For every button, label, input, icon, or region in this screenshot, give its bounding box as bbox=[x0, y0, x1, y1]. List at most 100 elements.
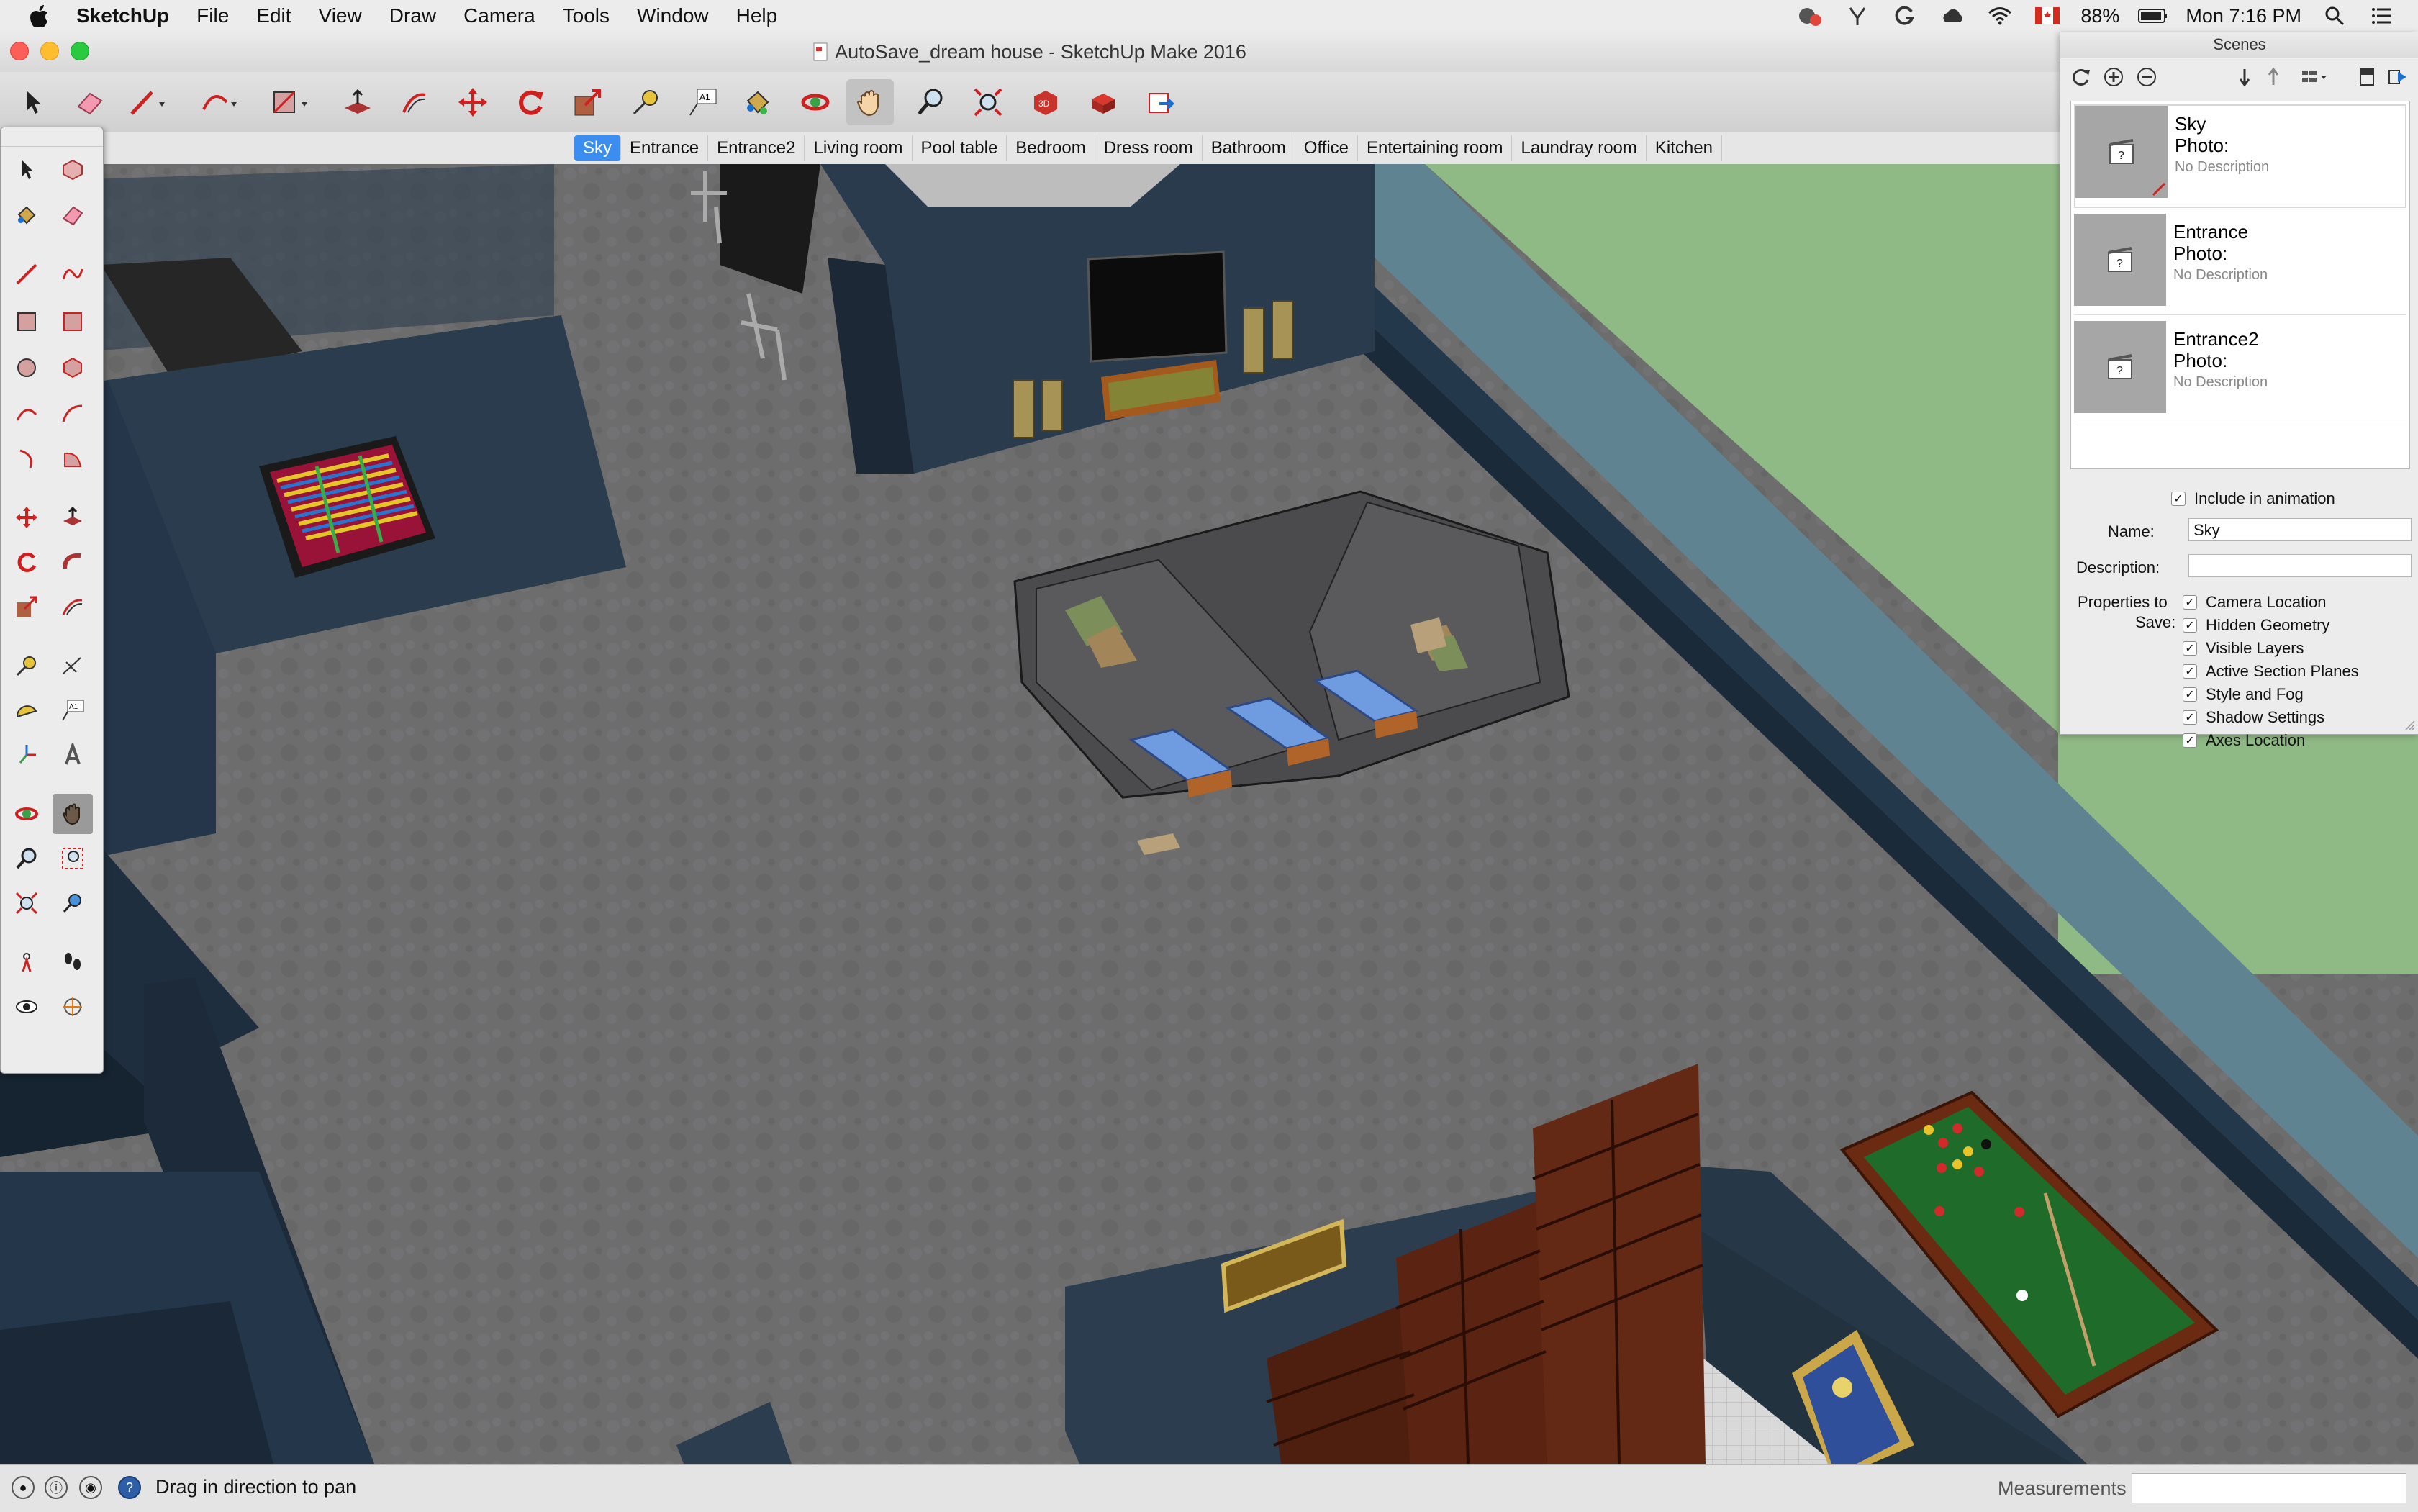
3d-warehouse-icon[interactable]: 3D bbox=[1022, 79, 1069, 125]
freehand-icon[interactable] bbox=[53, 254, 93, 294]
include-in-animation-checkbox[interactable]: ✓ bbox=[2171, 492, 2186, 506]
eraser-tool-icon[interactable] bbox=[66, 79, 114, 125]
select-icon[interactable] bbox=[6, 149, 47, 189]
add-scene-icon[interactable] bbox=[2099, 64, 2128, 90]
scene-tab-entertaining-room[interactable]: Entertaining room bbox=[1358, 135, 1513, 161]
text-icon[interactable]: A1 bbox=[53, 690, 93, 730]
paint-bucket-icon[interactable] bbox=[6, 195, 47, 235]
battery-icon[interactable] bbox=[2138, 4, 2168, 27]
spotlight-search-icon[interactable] bbox=[2320, 4, 2349, 27]
measurements-input[interactable] bbox=[2132, 1473, 2406, 1503]
move-scene-down-icon[interactable] bbox=[2230, 64, 2259, 90]
canada-flag-icon[interactable] bbox=[2033, 4, 2062, 27]
geo-location-icon[interactable]: ● bbox=[12, 1476, 35, 1499]
previous-view-icon[interactable] bbox=[53, 883, 93, 923]
palette-titlebar[interactable] bbox=[1, 127, 103, 147]
scene-description-field[interactable] bbox=[2188, 554, 2412, 577]
scene-tab-office[interactable]: Office bbox=[1295, 135, 1359, 161]
remove-scene-icon[interactable] bbox=[2132, 64, 2161, 90]
scene-tab-pool-table[interactable]: Pool table bbox=[913, 135, 1008, 161]
arc-tool-icon[interactable] bbox=[196, 79, 243, 125]
scale-icon[interactable] bbox=[6, 587, 47, 627]
move-tool-icon[interactable] bbox=[449, 79, 497, 125]
credits-icon[interactable]: ⓘ bbox=[45, 1476, 68, 1499]
zoom-window-icon[interactable] bbox=[53, 838, 93, 879]
extension-warehouse-icon[interactable] bbox=[1079, 79, 1127, 125]
scene-item-sky[interactable]: ? Sky Photo: No Description bbox=[2074, 104, 2406, 208]
style-and-fog-checkbox[interactable]: ✓ bbox=[2183, 687, 2197, 702]
line-icon[interactable] bbox=[6, 254, 47, 294]
scene-tab-kitchen[interactable]: Kitchen bbox=[1647, 135, 1722, 161]
axes-icon[interactable] bbox=[6, 735, 47, 775]
walk-icon[interactable] bbox=[53, 942, 93, 982]
app-menu[interactable]: SketchUp bbox=[76, 4, 169, 27]
scale-tool-icon[interactable] bbox=[564, 79, 612, 125]
scene-name-field[interactable]: Sky bbox=[2188, 518, 2412, 541]
zoom-extents-icon[interactable] bbox=[6, 883, 47, 923]
clock[interactable]: Mon 7:16 PM bbox=[2186, 5, 2301, 27]
look-around-icon[interactable] bbox=[6, 987, 47, 1027]
follow-me-icon[interactable] bbox=[53, 542, 93, 582]
scene-tab-sky[interactable]: Sky bbox=[574, 135, 622, 161]
apple-menu-icon[interactable] bbox=[26, 1, 55, 30]
scene-tab-bathroom[interactable]: Bathroom bbox=[1203, 135, 1295, 161]
scene-list[interactable]: ? Sky Photo: No Description ? Entrance P… bbox=[2070, 101, 2410, 469]
line-tool-icon[interactable] bbox=[124, 79, 171, 125]
zoom-button[interactable] bbox=[71, 42, 89, 60]
menu-window[interactable]: Window bbox=[637, 4, 709, 27]
orbit-icon[interactable] bbox=[6, 794, 47, 834]
orbit-tool-icon[interactable] bbox=[792, 79, 839, 125]
rotate-tool-icon[interactable] bbox=[507, 79, 554, 125]
scene-item-entrance[interactable]: ? Entrance Photo: No Description bbox=[2074, 214, 2406, 315]
expand-panel-icon[interactable] bbox=[2383, 64, 2412, 90]
user-account-icon[interactable]: ◉ bbox=[79, 1476, 102, 1499]
hide-details-icon[interactable] bbox=[2353, 64, 2381, 90]
minimize-button[interactable] bbox=[40, 42, 59, 60]
tape-measure-icon[interactable] bbox=[6, 646, 47, 686]
notification-icon[interactable] bbox=[1796, 4, 1824, 27]
zoom-icon[interactable] bbox=[6, 838, 47, 879]
update-scene-icon[interactable] bbox=[2066, 64, 2095, 90]
cloud-icon[interactable] bbox=[1938, 4, 1967, 27]
eraser-icon[interactable] bbox=[53, 195, 93, 235]
rectangle-tool-icon[interactable] bbox=[266, 79, 314, 125]
rectangle-icon[interactable] bbox=[6, 302, 47, 342]
notification-center-icon[interactable] bbox=[2368, 4, 2396, 27]
move-scene-up-icon[interactable] bbox=[2259, 64, 2288, 90]
arc-icon[interactable] bbox=[6, 394, 47, 434]
model-viewport[interactable] bbox=[0, 164, 2418, 1464]
scene-tab-entrance2[interactable]: Entrance2 bbox=[708, 135, 805, 161]
close-button[interactable] bbox=[10, 42, 29, 60]
visible-layers-checkbox[interactable]: ✓ bbox=[2183, 641, 2197, 656]
two-point-arc-icon[interactable] bbox=[53, 394, 93, 434]
help-icon[interactable]: ? bbox=[118, 1476, 141, 1499]
menu-file[interactable]: File bbox=[196, 4, 229, 27]
yammer-icon[interactable] bbox=[1843, 4, 1872, 27]
grammarly-icon[interactable] bbox=[1891, 4, 1919, 27]
zoom-tool-icon[interactable] bbox=[907, 79, 954, 125]
menu-edit[interactable]: Edit bbox=[256, 4, 291, 27]
zoom-extents-tool-icon[interactable] bbox=[964, 79, 1012, 125]
pan-icon[interactable] bbox=[53, 794, 93, 834]
active-section-planes-checkbox[interactable]: ✓ bbox=[2183, 664, 2197, 679]
scene-tab-dress-room[interactable]: Dress room bbox=[1095, 135, 1203, 161]
pie-icon[interactable] bbox=[53, 438, 93, 479]
menu-draw[interactable]: Draw bbox=[389, 4, 436, 27]
camera-location-checkbox[interactable]: ✓ bbox=[2183, 595, 2197, 610]
paint-bucket-tool-icon[interactable] bbox=[734, 79, 782, 125]
three-point-arc-icon[interactable] bbox=[6, 438, 47, 479]
offset-tool-icon[interactable] bbox=[391, 79, 439, 125]
menu-help[interactable]: Help bbox=[736, 4, 778, 27]
axes-location-checkbox[interactable]: ✓ bbox=[2183, 733, 2197, 748]
shadow-settings-checkbox[interactable]: ✓ bbox=[2183, 710, 2197, 725]
scene-tab-bedroom[interactable]: Bedroom bbox=[1007, 135, 1095, 161]
position-camera-icon[interactable] bbox=[6, 942, 47, 982]
scene-tab-living-room[interactable]: Living room bbox=[805, 135, 913, 161]
view-options-icon[interactable] bbox=[2301, 64, 2329, 90]
push-pull-tool-icon[interactable] bbox=[334, 79, 381, 125]
dimension-icon[interactable] bbox=[53, 646, 93, 686]
polygon-icon[interactable] bbox=[53, 348, 93, 388]
menu-camera[interactable]: Camera bbox=[463, 4, 535, 27]
scene-tab-laundray-room[interactable]: Laundray room bbox=[1512, 135, 1647, 161]
circle-icon[interactable] bbox=[6, 348, 47, 388]
